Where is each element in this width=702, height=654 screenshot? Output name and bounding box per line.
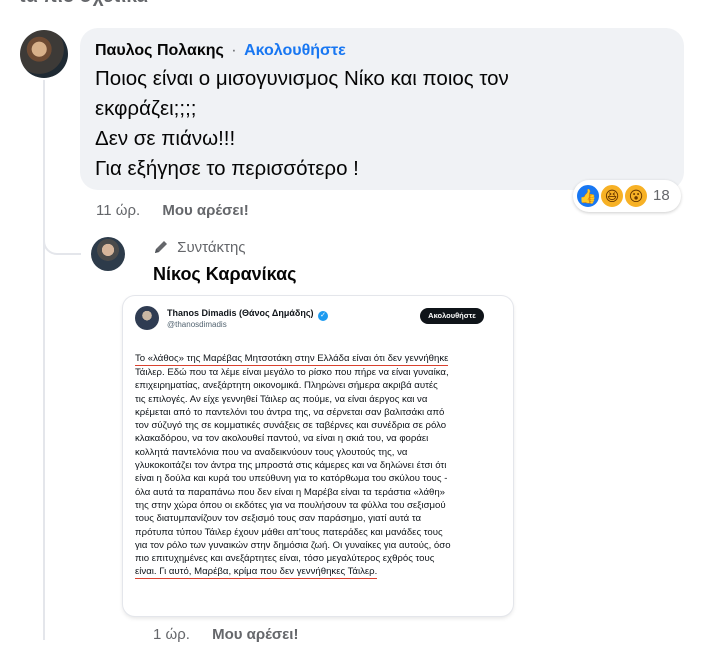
tweet-screenshot-image[interactable]: Thanos Dimadis (Θάνος Δημάδης) ✓ @thanos…: [123, 296, 513, 616]
tweet-text-line: τους διατυμπανίζουν τον σεξισμό τους σαν…: [135, 513, 422, 525]
like-button[interactable]: Μου αρέσει!: [162, 202, 248, 219]
reactions-summary[interactable]: 👍 😆 😮 18: [573, 180, 681, 212]
tweet-body: Το «λάθος» της Μαρέβας Μητσοτάκη στην Ελ…: [135, 352, 501, 580]
tweet-text-line: τις επιλογές. Αν είχε γεννηθεί Τάιλερ ας…: [135, 393, 428, 405]
tweet-text-line: κρέμεται από το παντελόνι του άντρα της,…: [135, 406, 445, 418]
tweet-follow-button: Ακολουθήστε: [420, 308, 484, 324]
comment-text-line: Ποιος είναι ο μισογυνισμος Νίκο και ποιο…: [95, 67, 509, 90]
tweet-text-line: επιχειρηματίας, ανεξάρτητη οικονομικά. Π…: [135, 380, 438, 392]
reaction-count: 18: [653, 187, 670, 204]
comment-header: Παυλος Πολακης · Ακολουθήστε: [95, 42, 346, 60]
follow-link[interactable]: Ακολουθήστε: [244, 42, 346, 59]
author-role-badge: Συντάκτης: [153, 239, 246, 256]
avatar[interactable]: [91, 237, 125, 271]
reply-time[interactable]: 1 ώρ.: [153, 626, 190, 643]
tweet-text-line: πρότυπα τύπου Τάιλερ έχουν μάθει απ'τους…: [135, 526, 443, 538]
comment-text-line: Για εξήγησε το περισσότερο !: [95, 157, 359, 180]
haha-reaction-icon: 😆: [599, 183, 625, 209]
thread-line: [43, 80, 45, 640]
tweet-avatar: [135, 306, 159, 330]
reply-author[interactable]: Νίκος Καρανίκας: [153, 264, 297, 285]
tweet-text-line: της στην χώρα όπου οι εκδότες για να που…: [135, 499, 446, 511]
comment-actions: 11 ώρ. Μου αρέσει!: [96, 202, 249, 219]
like-reaction-icon: 👍: [575, 183, 601, 209]
tweet-text-line: είναι. Γι αυτό, Μαρέβα, κρίμα που δεν γε…: [135, 566, 378, 580]
comment-author[interactable]: Παυλος Πολακης: [95, 42, 224, 59]
tweet-text-line: τον σύζυγό της σε κομματικές συνάξεις σε…: [135, 420, 447, 432]
comment-text-line: Δεν σε πιάνω!!!: [95, 127, 236, 150]
tweet-text-line: για τον ρόλο των γυναικών στην δημόσια ζ…: [135, 539, 451, 551]
comment-text-line: εκφράζει;;;;: [95, 97, 197, 120]
thread-connector: [43, 225, 81, 255]
tweet-text-line: κλακαδόρου, να τον ακολουθεί παντού, να …: [135, 433, 429, 445]
tweet-author-name: Thanos Dimadis (Θάνος Δημάδης): [167, 308, 314, 318]
pen-icon: [155, 241, 167, 253]
tweet-text-line: όλα αυτά τα παραπάνω που δεν είναι η Μαρ…: [135, 486, 445, 498]
wow-reaction-icon: 😮: [623, 183, 649, 209]
tweet-text-line: Τάιλερ. Εδώ που τα λέμε είναι μεγάλο το …: [135, 367, 449, 378]
tweet-text-line: Το «λάθος» της Μαρέβας Μητσοτάκη στην Ελ…: [135, 353, 449, 366]
separator-dot: ·: [231, 42, 237, 59]
tweet-handle: @thanosdimadis: [167, 320, 227, 329]
tweet-text-line: είναι η δούλα και κυρά του υπεύθυνη για …: [135, 473, 448, 485]
tweet-text-line: πιο επιτυχημένες και ανεξάρτητες είναι, …: [135, 553, 435, 565]
author-role: Συντάκτης: [177, 239, 246, 256]
avatar[interactable]: [20, 30, 68, 78]
verified-badge-icon: ✓: [318, 311, 329, 321]
tweet-text-line: κολλητά παντελόνια που να αναδεικνύουν τ…: [135, 446, 408, 458]
tweet-text-line: γλυκοκοιτάζει τον άντρα της μπροστά στις…: [135, 460, 447, 472]
like-button[interactable]: Μου αρέσει!: [212, 626, 298, 643]
reply-actions: 1 ώρ. Μου αρέσει!: [153, 626, 298, 643]
comment-time[interactable]: 11 ώρ.: [96, 202, 140, 219]
sort-label-cut[interactable]: τα πιο σχετικά: [18, 0, 148, 8]
